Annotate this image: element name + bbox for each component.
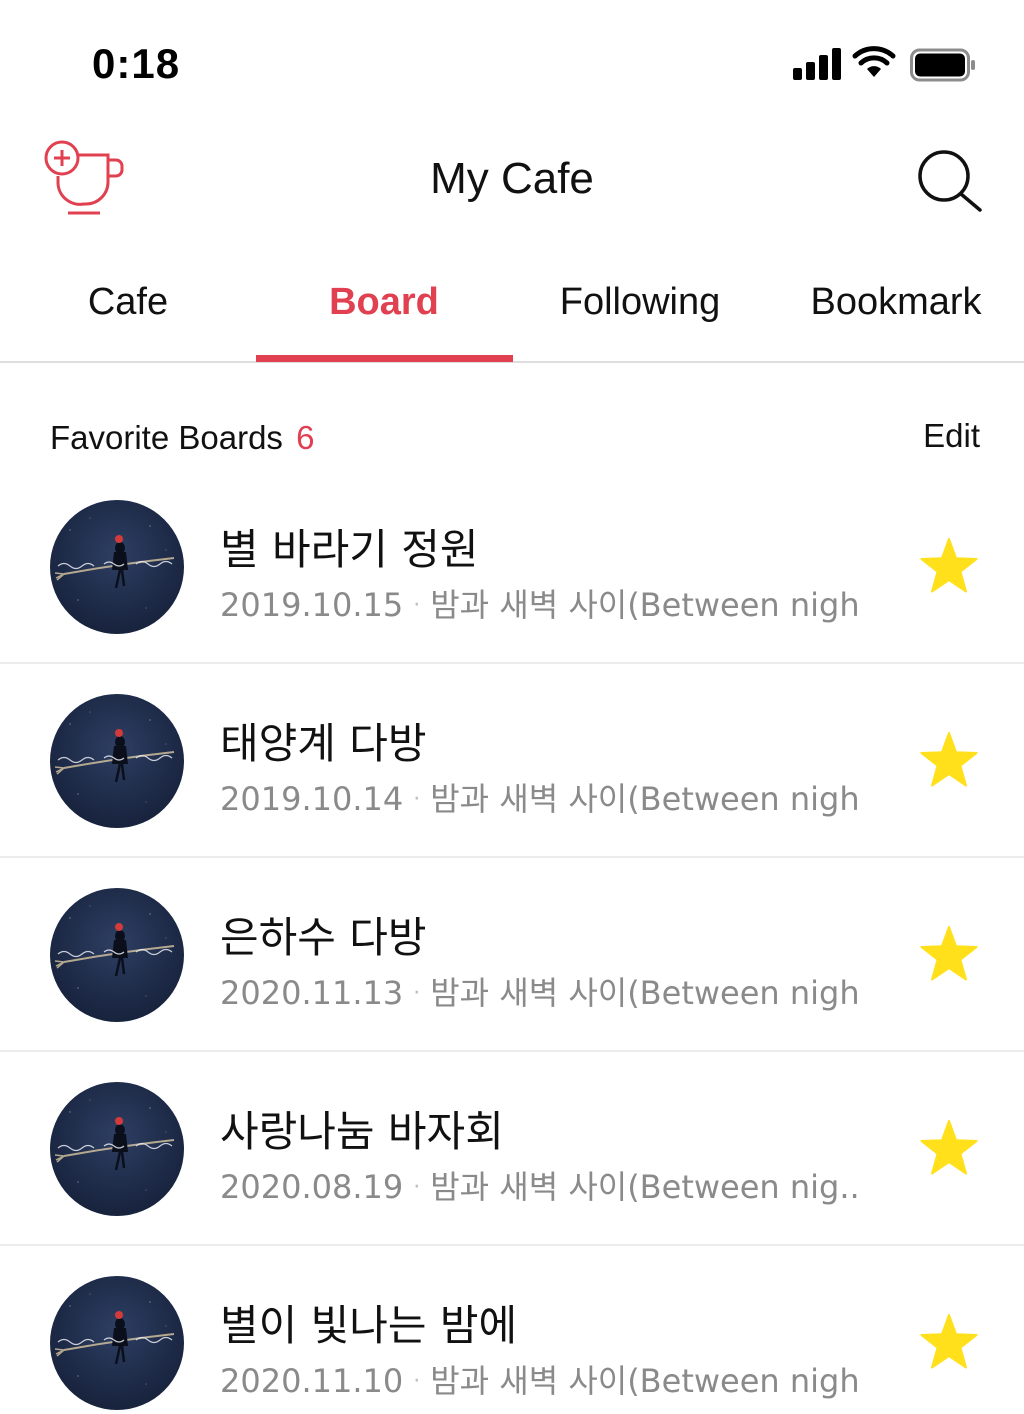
meta-separator: · [413,593,421,618]
board-row[interactable]: 태양계 다방 2019.10.14 · 밤과 새벽 사이(Between nigh.… [0,664,1024,858]
board-name: 별이 빛나는 밤에 [220,1301,518,1350]
battery-icon [910,48,975,82]
board-name: 별 바라기 정원 [220,525,479,574]
cafe-name: 밤과 새벽 사이(Between nigh... [430,974,860,1012]
tab-bar: Cafe Board Following Bookmark [0,245,1024,363]
board-meta: 2019.10.15 · 밤과 새벽 사이(Between nigh... [220,580,860,626]
board-meta: 2020.11.13 · 밤과 새벽 사이(Between nigh... [220,968,860,1014]
cafe-name: 밤과 새벽 사이(Between nigh... [430,1362,860,1400]
cafe-avatar [50,1082,184,1216]
meta-separator: · [413,981,421,1006]
meta-separator: · [413,1175,421,1200]
cafe-name: 밤과 새벽 사이(Between nigh... [430,586,860,624]
board-date: 2020.11.13 [220,974,404,1012]
status-time: 0:18 [92,40,181,87]
cafe-avatar [50,888,184,1022]
board-row[interactable]: 사랑나눔 바자회 2020.08.19 · 밤과 새벽 사이(Between nig… [0,1052,1024,1246]
search-icon[interactable] [914,148,984,212]
meta-separator: · [413,787,421,812]
section-title-label: Favorite Boards [50,419,283,456]
board-name: 태양계 다방 [220,719,427,768]
section-title: Favorite Boards 6 [50,419,314,457]
cafe-name: 밤과 새벽 사이(Between nigh... [430,780,860,818]
my-cafe-screen: 0:18 My Cafe Cafe Board Following Bookma… [0,0,1024,1414]
board-date: 2019.10.15 [220,586,404,624]
cafe-avatar [50,1276,184,1410]
page-title: My Cafe [430,154,594,203]
star-icon[interactable] [918,924,980,984]
board-meta: 2020.08.19 · 밤과 새벽 사이(Between nig... [220,1162,860,1208]
board-list: 별 바라기 정원 2019.10.15 · 밤과 새벽 사이(Between nig… [0,470,1024,1414]
cafe-name: 밤과 새벽 사이(Between nig... [430,1168,860,1206]
cafe-avatar [50,500,184,634]
star-icon[interactable] [918,1312,980,1372]
board-row[interactable]: 별이 빛나는 밤에 2020.11.10 · 밤과 새벽 사이(Between ni… [0,1246,1024,1414]
board-row[interactable]: 은하수 다방 2020.11.13 · 밤과 새벽 사이(Between nigh.… [0,858,1024,1052]
active-tab-indicator [256,355,513,362]
tab-cafe[interactable]: Cafe [0,245,256,361]
edit-button[interactable]: Edit [923,417,980,455]
status-bar: 0:18 [0,0,1024,120]
star-icon[interactable] [918,730,980,790]
board-date: 2019.10.14 [220,780,404,818]
favorite-boards-header: Favorite Boards 6 Edit [0,363,1024,473]
board-date: 2020.08.19 [220,1168,404,1206]
tab-board[interactable]: Board [256,245,512,361]
cellular-signal-icon [793,48,841,80]
board-name: 은하수 다방 [220,913,427,962]
board-meta: 2019.10.14 · 밤과 새벽 사이(Between nigh... [220,774,860,820]
meta-separator: · [413,1369,421,1394]
cafe-avatar [50,694,184,828]
board-meta: 2020.11.10 · 밤과 새벽 사이(Between nigh... [220,1356,860,1402]
tab-following[interactable]: Following [512,245,768,361]
board-name: 사랑나눔 바자회 [220,1107,504,1156]
board-row[interactable]: 별 바라기 정원 2019.10.15 · 밤과 새벽 사이(Between nig… [0,470,1024,664]
favorite-count-badge: 6 [296,419,315,456]
star-icon[interactable] [918,1118,980,1178]
wifi-icon [852,46,896,77]
app-header: My Cafe [0,120,1024,245]
board-date: 2020.11.10 [220,1362,404,1400]
star-icon[interactable] [918,536,980,596]
tab-bookmark[interactable]: Bookmark [768,245,1024,361]
